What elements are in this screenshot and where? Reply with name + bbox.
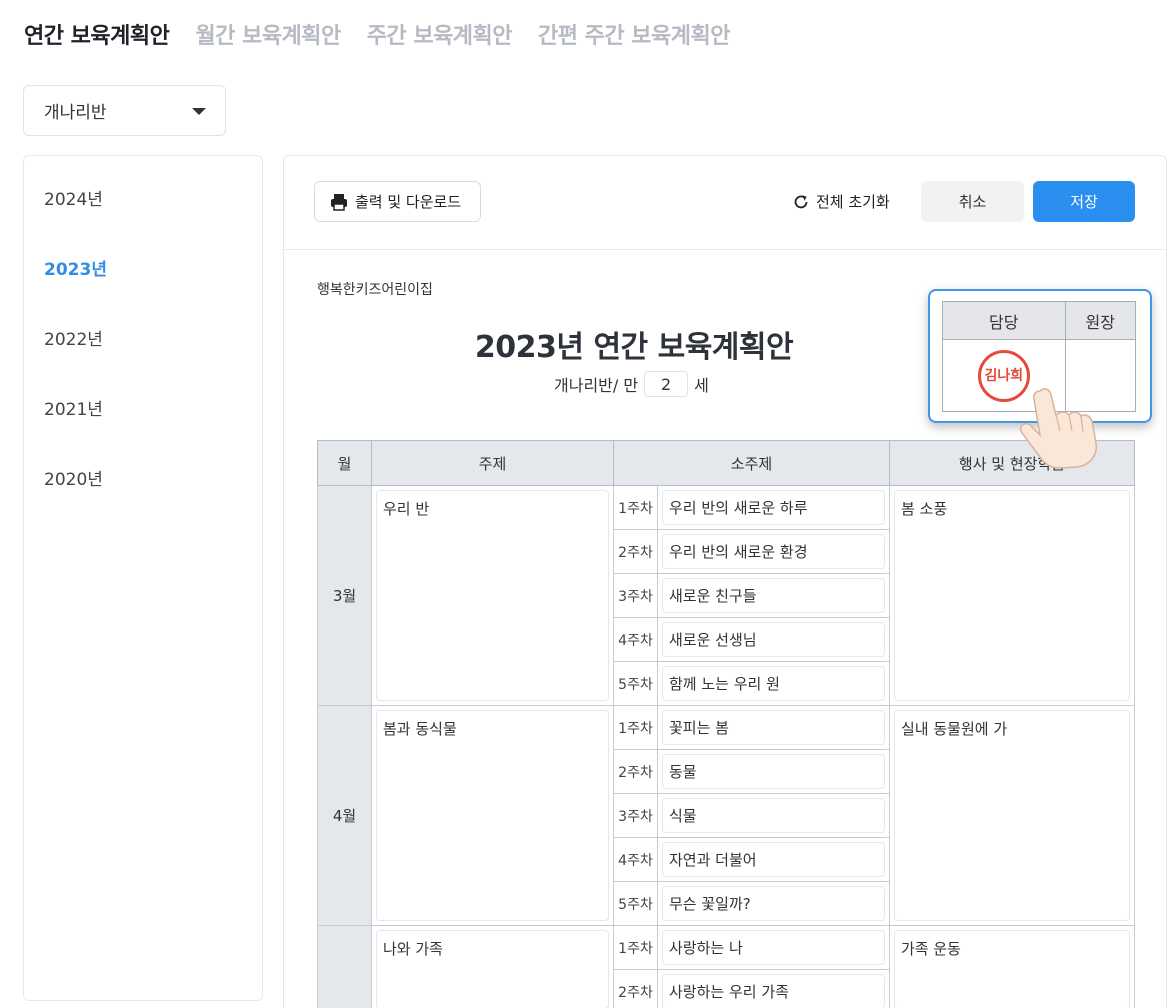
chevron-down-icon (192, 108, 206, 115)
pointing-hand-icon (1019, 388, 1098, 469)
week-label: 4주차 (613, 617, 658, 662)
column-header-theme: 주제 (371, 440, 614, 486)
month-cell: 3월 (317, 485, 372, 706)
table-row: 4월 봄과 동식물 1주차 꽃피는 봄 실내 동물원에 가 (317, 705, 1135, 926)
class-label: 개나리반/ 만 (554, 376, 639, 395)
subtheme-input[interactable]: 동물 (662, 754, 885, 789)
theme-cell: 봄과 동식물 (371, 705, 614, 926)
editor-toolbar: 출력 및 다운로드 전체 초기화 취소 저장 (284, 156, 1166, 250)
age-suffix: 세 (694, 376, 709, 395)
month-cell: 4월 (317, 705, 372, 926)
month-cell (317, 925, 372, 1008)
week-label: 5주차 (613, 881, 658, 926)
week-label: 1주차 (613, 485, 658, 530)
table-row: 3월 우리 반 1주차 우리 반의 새로운 하루 봄 소풍 (317, 485, 1135, 706)
subtheme-cell: 동물 (657, 749, 890, 794)
week-label: 1주차 (613, 705, 658, 750)
reset-all-button[interactable]: 전체 초기화 (792, 181, 890, 222)
tab-simple-weekly-plan[interactable]: 간편 주간 보육계획안 (538, 18, 730, 50)
subtheme-cell: 무슨 꽃일까? (657, 881, 890, 926)
sidebar-item-year-2020[interactable]: 2020년 (44, 465, 103, 490)
theme-input[interactable]: 나와 가족 (376, 930, 609, 1008)
subtheme-cell: 우리 반의 새로운 환경 (657, 529, 890, 574)
week-label: 3주차 (613, 793, 658, 838)
subtheme-input[interactable]: 사랑하는 나 (662, 930, 885, 965)
daycare-center-name: 행복한키즈어린이집 (317, 282, 433, 298)
annual-plan-table: 월 주제 소주제 행사 및 현장학습 3월 우리 반 1주차 우리 반의 새로운… (317, 440, 1135, 1008)
cancel-button[interactable]: 취소 (921, 181, 1024, 222)
subtheme-input[interactable]: 사랑하는 우리 가족 (662, 974, 885, 1008)
theme-cell: 우리 반 (371, 485, 614, 706)
column-header-subtheme: 소주제 (613, 440, 890, 486)
tab-weekly-plan[interactable]: 주간 보육계획안 (367, 18, 513, 50)
theme-input[interactable]: 봄과 동식물 (376, 710, 609, 921)
print-download-button[interactable]: 출력 및 다운로드 (314, 181, 481, 222)
subtheme-cell: 우리 반의 새로운 하루 (657, 485, 890, 530)
week-label: 4주차 (613, 837, 658, 882)
subtheme-input[interactable]: 무슨 꽃일까? (662, 886, 885, 921)
subtheme-input[interactable]: 식물 (662, 798, 885, 833)
tab-annual-plan[interactable]: 연간 보육계획안 (24, 18, 170, 50)
printer-icon (331, 193, 347, 211)
plan-editor: 출력 및 다운로드 전체 초기화 취소 저장 행복한키즈어린이집 2023년 연… (283, 155, 1167, 1008)
week-label: 3주차 (613, 573, 658, 618)
event-cell: 봄 소풍 (889, 485, 1135, 706)
class-select-value: 개나리반 (44, 103, 107, 123)
subtheme-cell: 꽃피는 봄 (657, 705, 890, 750)
subtheme-cell: 새로운 친구들 (657, 573, 890, 618)
class-age-line: 개나리반/ 만 세 (554, 371, 709, 397)
subtheme-input[interactable]: 함께 노는 우리 원 (662, 666, 885, 701)
subtheme-cell: 사랑하는 우리 가족 (657, 969, 890, 1008)
subtheme-cell: 식물 (657, 793, 890, 838)
column-header-month: 월 (317, 440, 372, 486)
subtheme-cell: 함께 노는 우리 원 (657, 661, 890, 706)
subtheme-input[interactable]: 우리 반의 새로운 환경 (662, 534, 885, 569)
subtheme-cell: 사랑하는 나 (657, 925, 890, 970)
event-input[interactable]: 봄 소풍 (894, 490, 1130, 701)
subtheme-cell: 새로운 선생님 (657, 617, 890, 662)
approval-header-director: 원장 (1064, 301, 1137, 340)
week-label: 2주차 (613, 749, 658, 794)
subtheme-input[interactable]: 꽃피는 봄 (662, 710, 885, 745)
print-download-label: 출력 및 다운로드 (355, 193, 462, 211)
week-label: 5주차 (613, 661, 658, 706)
event-cell: 가족 운동 (889, 925, 1135, 1008)
sidebar-item-year-2022[interactable]: 2022년 (44, 325, 103, 350)
sidebar-item-year-2023[interactable]: 2023년 (44, 255, 107, 280)
approval-header-manager: 담당 (942, 301, 1066, 340)
table-row: 나와 가족 1주차 사랑하는 나 가족 운동 (317, 925, 1135, 1008)
subtheme-input[interactable]: 새로운 선생님 (662, 622, 885, 657)
week-label: 2주차 (613, 529, 658, 574)
event-cell: 실내 동물원에 가 (889, 705, 1135, 926)
subtheme-input[interactable]: 새로운 친구들 (662, 578, 885, 613)
event-input[interactable]: 가족 운동 (894, 930, 1130, 1008)
event-input[interactable]: 실내 동물원에 가 (894, 710, 1130, 921)
save-button[interactable]: 저장 (1033, 181, 1135, 222)
sidebar-item-year-2024[interactable]: 2024년 (44, 185, 103, 210)
week-label: 2주차 (613, 969, 658, 1008)
plan-type-tabs: 연간 보육계획안 월간 보육계획안 주간 보육계획안 간편 주간 보육계획안 (24, 18, 731, 50)
refresh-icon (794, 194, 808, 208)
subtheme-input[interactable]: 자연과 더불어 (662, 842, 885, 877)
sidebar-item-year-2021[interactable]: 2021년 (44, 395, 103, 420)
class-select[interactable]: 개나리반 (23, 85, 226, 136)
reset-all-label: 전체 초기화 (816, 193, 890, 211)
theme-input[interactable]: 우리 반 (376, 490, 609, 701)
subtheme-input[interactable]: 우리 반의 새로운 하루 (662, 490, 885, 525)
week-label: 1주차 (613, 925, 658, 970)
tab-monthly-plan[interactable]: 월간 보육계획안 (195, 18, 341, 50)
age-input[interactable] (644, 371, 689, 397)
year-sidebar: 2024년 2023년 2022년 2021년 2020년 (23, 155, 263, 1001)
theme-cell: 나와 가족 (371, 925, 614, 1008)
page-title: 2023년 연간 보육계획안 (474, 330, 794, 365)
subtheme-cell: 자연과 더불어 (657, 837, 890, 882)
